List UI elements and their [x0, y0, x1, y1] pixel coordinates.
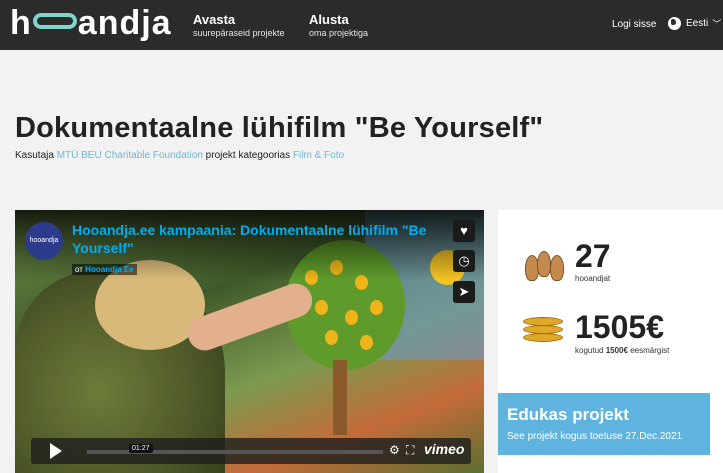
- language-label: Eesti: [686, 18, 709, 29]
- nav-start-title: Alusta: [309, 12, 349, 27]
- backers-label: hooandjat: [575, 274, 611, 283]
- play-button[interactable]: [31, 438, 81, 464]
- category-link[interactable]: Film & Foto: [293, 150, 344, 161]
- raised-label-suffix: eesmärgist: [630, 346, 670, 355]
- video-channel-link[interactable]: Hooandja Ee: [85, 265, 133, 274]
- nav-discover-subtitle: suurepäraseid projekte: [193, 28, 285, 38]
- category-prefix: projekt kategoorias: [205, 150, 291, 161]
- vimeo-logo[interactable]: vimeo: [424, 441, 464, 457]
- nav-start-subtitle: oma projektiga: [309, 28, 369, 38]
- top-navbar: h andja Avasta suurepäraseid projekte Alu…: [0, 0, 723, 50]
- success-title: Edukas projekt: [507, 405, 629, 424]
- hooandja-logo[interactable]: h andja: [10, 6, 172, 46]
- chevron-down-icon: ﹀: [712, 19, 722, 29]
- clock-icon[interactable]: ◷: [453, 250, 475, 272]
- backers-icon: [523, 247, 568, 282]
- success-banner: Edukas projekt See projekt kogus toetuse…: [498, 393, 710, 455]
- video-title-link[interactable]: Hooandja.ee kampaania: Dokumentaalne lüh…: [72, 221, 457, 257]
- paper-plane-icon[interactable]: ➤: [453, 281, 475, 303]
- video-byline: от Hooandja Ee: [72, 264, 137, 275]
- raised-label-prefix: kogutud: [575, 346, 604, 355]
- project-title: Dokumentaalne lühifilm "Be Yourself": [15, 112, 544, 144]
- author-link[interactable]: MTÜ BEU Charitable Foundation: [57, 150, 203, 161]
- login-link[interactable]: Logi sisse: [612, 19, 656, 30]
- nav-discover[interactable]: Avasta suurepäraseid projekte: [193, 13, 285, 40]
- nav-start[interactable]: Alusta oma projektiga: [309, 13, 368, 40]
- video-frame-trunk: [333, 360, 347, 435]
- time-indicator: 01:27: [129, 444, 153, 453]
- channel-avatar[interactable]: hooandja: [25, 222, 63, 260]
- heart-icon[interactable]: ♥: [453, 220, 475, 242]
- nav-discover-title: Avasta: [193, 12, 236, 27]
- raised-label: kogutud 1500€ eesmärgist: [575, 346, 669, 355]
- project-byline: Kasutaja MTÜ BEU Charitable Foundation p…: [15, 150, 344, 161]
- language-selector[interactable]: Eesti ﹀: [668, 17, 721, 30]
- backers-count: 27: [575, 238, 611, 274]
- gear-icon[interactable]: ⚙: [389, 443, 400, 457]
- raised-goal: 1500€: [605, 346, 628, 355]
- video-player[interactable]: hooandja Hooandja.ee kampaania: Dokument…: [15, 210, 484, 473]
- video-controls: 01:27 ⚙ ⛶ vimeo: [31, 438, 471, 464]
- fullscreen-icon[interactable]: ⛶: [406, 443, 414, 458]
- logo-pill-shape: [32, 13, 77, 29]
- progress-track[interactable]: 01:27: [87, 444, 383, 454]
- coins-icon: [523, 315, 568, 350]
- video-by-prefix: от: [75, 265, 83, 274]
- globe-icon: [668, 17, 681, 30]
- raised-amount: 1505€: [575, 309, 664, 345]
- byline-prefix: Kasutaja: [15, 150, 54, 161]
- success-detail: See projekt kogus toetuse 27.Dec.2021: [507, 431, 683, 442]
